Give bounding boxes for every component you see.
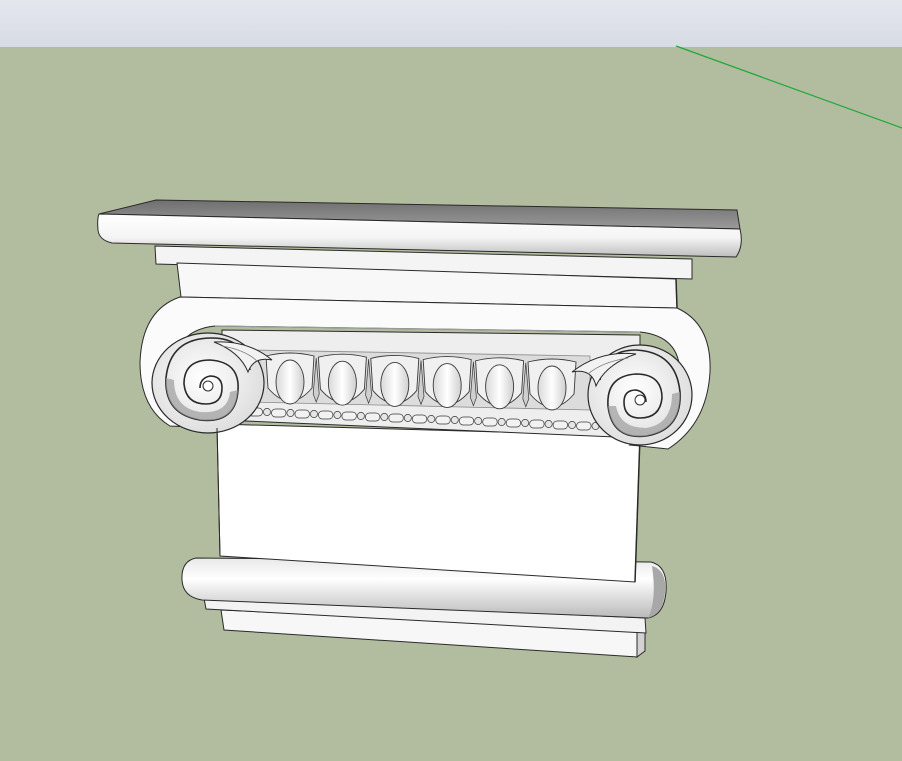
reel — [341, 411, 357, 421]
bead — [521, 419, 530, 427]
reel — [576, 421, 592, 431]
reel — [411, 414, 428, 424]
reel — [482, 417, 498, 427]
right-volute-eye — [634, 394, 646, 406]
bead — [309, 410, 318, 418]
bead — [427, 415, 436, 423]
reel — [458, 416, 475, 426]
bead — [544, 420, 553, 428]
bead — [497, 418, 506, 426]
egg — [380, 361, 410, 407]
egg — [327, 360, 357, 406]
abacus-cavetto-edge — [675, 278, 678, 309]
bead — [380, 413, 389, 421]
bead — [263, 408, 271, 416]
egg — [432, 363, 462, 409]
egg — [275, 359, 305, 405]
bead — [356, 412, 365, 420]
reel — [435, 415, 451, 425]
reel — [388, 413, 404, 423]
reel — [271, 408, 287, 418]
reel — [505, 418, 522, 428]
reel — [552, 420, 568, 430]
reel — [529, 419, 545, 429]
sketchup-3d-viewport[interactable] — [0, 0, 902, 761]
left-volute-eye — [202, 380, 214, 392]
abacus-slab[interactable] — [97, 199, 742, 309]
bead — [403, 414, 412, 422]
reel — [294, 409, 310, 419]
egg — [485, 364, 515, 410]
bead — [568, 421, 577, 429]
bead — [333, 411, 342, 419]
shaft-front-face — [216, 423, 641, 583]
green-axis-line — [675, 45, 902, 129]
reel — [318, 410, 334, 420]
bead — [286, 409, 295, 417]
shaft-block[interactable] — [216, 423, 641, 583]
bead — [474, 417, 483, 425]
egg — [537, 365, 567, 411]
reel — [364, 412, 381, 422]
bead — [450, 416, 459, 424]
model-scene[interactable] — [0, 0, 902, 761]
